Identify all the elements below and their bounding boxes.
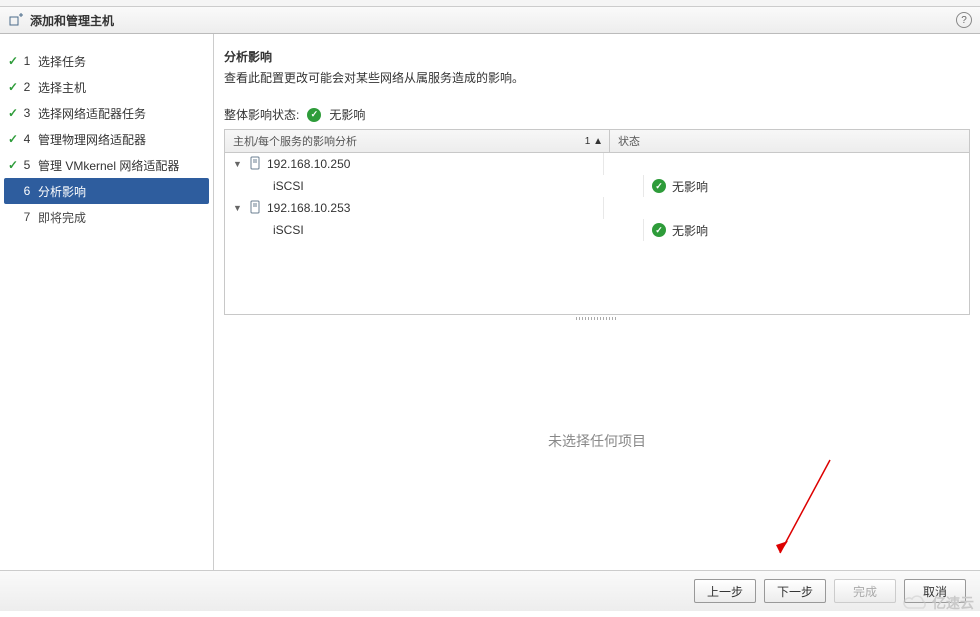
step-4[interactable]: ✓ 4 管理物理网络适配器 [0,126,213,152]
cancel-button[interactable]: 取消 [904,579,966,603]
step-3[interactable]: ✓ 3 选择网络适配器任务 [0,100,213,126]
status-ok-icon: ✓ [652,179,666,193]
step-number: 3 [20,106,34,120]
table-header: 主机/每个服务的影响分析 1 ▲ 状态 [225,130,969,153]
step-label: 选择主机 [34,79,86,96]
status-ok-icon: ✓ [307,108,321,122]
step-label: 分析影响 [34,183,86,200]
dialog-footer: 上一步 下一步 完成 取消 [0,570,980,611]
host-name: 192.168.10.250 [267,157,350,171]
next-button[interactable]: 下一步 [764,579,826,603]
splitter-handle[interactable] [224,315,968,321]
finish-button: 完成 [834,579,896,603]
check-icon [6,184,20,198]
table-row-service[interactable]: iSCSI ✓ 无影响 [225,175,969,197]
step-number: 2 [20,80,34,94]
host-name: 192.168.10.253 [267,201,350,215]
table-row-host[interactable]: ▼ 192.168.10.253 [225,197,969,219]
step-2[interactable]: ✓ 2 选择主机 [0,74,213,100]
dialog-title: 添加和管理主机 [30,12,956,29]
chevron-down-icon[interactable]: ▼ [233,159,243,169]
chevron-down-icon[interactable]: ▼ [233,203,243,213]
column-host-label: 主机/每个服务的影响分析 [233,133,357,149]
wizard-steps: ✓ 1 选择任务 ✓ 2 选择主机 ✓ 3 选择网络适配器任务 ✓ 4 管理物理… [0,34,214,570]
column-status[interactable]: 状态 [610,133,640,149]
status-ok-icon: ✓ [652,223,666,237]
step-number: 5 [20,158,34,172]
status-text: 无影响 [672,178,708,195]
check-icon: ✓ [6,132,20,146]
step-label: 选择任务 [34,53,86,70]
step-6-active[interactable]: 6 分析影响 [4,178,209,204]
step-1[interactable]: ✓ 1 选择任务 [0,48,213,74]
browser-tabstrip [0,0,980,7]
step-number: 6 [20,184,34,198]
step-number: 1 [20,54,34,68]
host-icon [249,200,261,217]
page-heading: 分析影响 [224,48,970,65]
step-7: 7 即将完成 [0,204,213,230]
table-row-host[interactable]: ▼ 192.168.10.250 [225,153,969,175]
help-icon[interactable]: ? [956,12,972,28]
back-button[interactable]: 上一步 [694,579,756,603]
dialog-body: ✓ 1 选择任务 ✓ 2 选择主机 ✓ 3 选择网络适配器任务 ✓ 4 管理物理… [0,34,980,570]
table-row-service[interactable]: iSCSI ✓ 无影响 [225,219,969,241]
status-text: 无影响 [672,222,708,239]
annotation-arrow [770,455,840,565]
check-icon: ✓ [6,106,20,120]
page-description: 查看此配置更改可能会对某些网络从属服务造成的影响。 [224,69,970,86]
sort-indicator: 1 ▲ [585,136,603,147]
step-label: 即将完成 [34,209,86,226]
step-label: 选择网络适配器任务 [34,105,146,122]
step-label: 管理物理网络适配器 [34,131,146,148]
wizard-content: 分析影响 查看此配置更改可能会对某些网络从属服务造成的影响。 整体影响状态: ✓… [214,34,980,570]
check-icon: ✓ [6,54,20,68]
step-number: 7 [20,210,34,224]
step-number: 4 [20,132,34,146]
impact-table: 主机/每个服务的影响分析 1 ▲ 状态 ▼ 192.168.10.250 iSC… [224,129,970,315]
check-icon: ✓ [6,158,20,172]
overall-status-text: 无影响 [329,106,365,123]
overall-status-row: 整体影响状态: ✓ 无影响 [224,106,970,123]
check-icon [6,210,20,224]
dialog-titlebar: 添加和管理主机 ? [0,7,980,34]
step-5[interactable]: ✓ 5 管理 VMkernel 网络适配器 [0,152,213,178]
service-name: iSCSI [273,223,304,237]
host-icon [249,156,261,173]
add-host-icon [8,12,24,28]
empty-selection-message: 未选择任何项目 [224,431,970,451]
service-name: iSCSI [273,179,304,193]
check-icon: ✓ [6,80,20,94]
column-host[interactable]: 主机/每个服务的影响分析 1 ▲ [225,130,610,152]
overall-status-label: 整体影响状态: [224,106,299,123]
step-label: 管理 VMkernel 网络适配器 [34,157,179,174]
